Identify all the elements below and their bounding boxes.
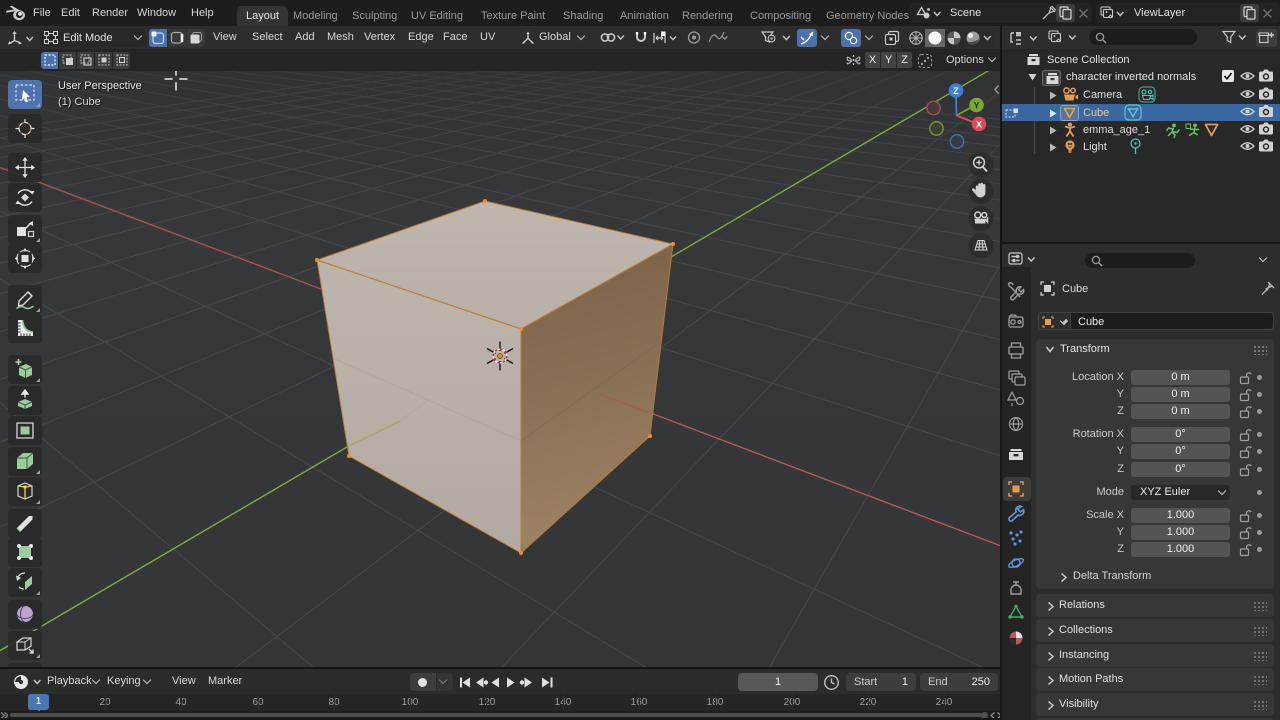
svg-text:Y: Y	[973, 100, 979, 110]
svg-text:X: X	[976, 119, 982, 129]
svg-text:Z: Z	[953, 86, 959, 96]
